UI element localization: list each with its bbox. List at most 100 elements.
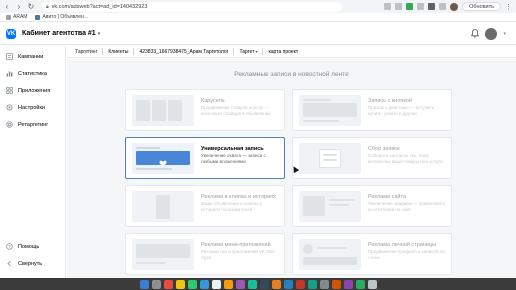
format-desc: Увеличение охвата — записи с любыми влож… [201,153,266,164]
browser-extensions: Обновить ⋮ [384,2,516,11]
sidebar-item-label: Настройки [18,104,45,111]
update-button[interactable]: Обновить [462,2,501,11]
chrome-icon[interactable] [175,279,185,289]
trash-icon[interactable] [367,279,377,289]
browser-toolbar: ‹ › ↻ 🔒︎ vk.com/adsweb?act=ad_id=1404329… [0,0,516,13]
breadcrumb-targeting[interactable]: Таргетинг [75,49,97,55]
forward-icon[interactable]: › [14,2,24,12]
sidebar-item-collapse[interactable]: Свернуть [0,255,66,272]
sidebar-item-help[interactable]: ? Помощь [0,238,66,255]
app-icon[interactable] [163,279,173,289]
apps-grid-icon [6,14,11,20]
app-icon[interactable] [259,279,269,289]
format-card-lead-form[interactable]: Сбор заявок Соберите контакты тех, кому … [292,137,452,179]
cabinet-title[interactable]: Кабинет агентства #1 [22,30,96,37]
settings-icon[interactable] [319,279,329,289]
sidebar-item-settings[interactable]: Настройки [0,99,65,116]
telegram-icon[interactable] [199,279,209,289]
bookmark-star-icon[interactable] [395,3,403,10]
app-icon[interactable] [307,279,317,289]
notes-icon[interactable] [223,279,233,289]
format-preview [132,239,194,270]
format-desc: Призыв к действию — вступить, купить, уз… [368,105,436,116]
format-preview [132,143,194,174]
breadcrumb-clients[interactable]: Клиенты [108,49,128,55]
format-card-stories[interactable]: Реклама в клипах и историях Ваше объявле… [125,185,285,227]
menu-kebab-icon[interactable]: ⋮ [505,3,512,11]
sidebar-item-label: Кампании [18,53,44,60]
format-card-mini-apps[interactable]: Реклама мини-приложений Реклама игр и пр… [125,233,285,275]
format-title: Сбор заявок [368,146,400,152]
sidebar-item-apps[interactable]: Приложения [0,82,65,99]
format-title: Реклама в клипах и историях [201,194,276,200]
collapse-icon [6,260,13,267]
format-title: Запись с кнопкой [368,98,412,104]
extension-icon[interactable] [406,3,414,10]
format-preview [299,95,361,126]
bookmarks-bar: ARAM Авито | Объявлен... [0,13,516,22]
sidebar-item-label: Статистика [18,70,47,77]
settings-icon [6,104,13,111]
back-icon[interactable]: ‹ [2,2,12,12]
format-desc: Ваше объявление в клипах и историях поль… [201,201,262,212]
lock-icon: 🔒︎ [46,3,49,10]
format-preview [299,143,361,174]
stats-icon [6,70,13,77]
chevron-down-icon[interactable]: ▾ [503,31,506,37]
chevron-down-icon: ▾ [255,48,258,54]
breadcrumb-campaign[interactable]: карта проект [268,49,298,55]
chevron-down-icon[interactable]: ▾ [98,31,101,37]
breadcrumb-client[interactable]: 423833_1667938475_Арам Таргетолог [139,49,228,55]
format-desc: Продвижение профиля и записей на стене [368,249,445,260]
reload-icon[interactable]: ↻ [26,2,36,12]
breadcrumb-divider [133,48,135,55]
sidebar-item-retargeting[interactable]: Ретаргетинг [0,116,65,133]
launchpad-icon[interactable] [151,279,161,289]
zoom-icon[interactable] [283,279,293,289]
section-title: Рекламные записи в новостной ленте [234,71,349,78]
breadcrumb-target[interactable]: Таргет▾ [239,49,257,55]
svg-text:?: ? [8,244,11,249]
share-icon[interactable] [384,3,392,10]
app-icon[interactable] [355,279,365,289]
app-icon[interactable] [295,279,305,289]
format-card-universal[interactable]: Универсальная запись Увеличение охвата —… [125,137,285,179]
macos-dock [0,278,516,290]
breadcrumb: Таргетинг Клиенты 423833_1667938475_Арам… [67,46,516,58]
sidebar-item-campaigns[interactable]: Кампании [0,48,65,65]
format-card-personal-page[interactable]: Реклама личной страницы Продвижение проф… [292,233,452,275]
format-preview [299,191,361,222]
finder-icon[interactable] [139,279,149,289]
sidebar-item-label: Приложения [18,87,51,94]
address-bar[interactable]: 🔒︎ vk.com/adsweb?act=ad_id=140432923 [42,1,342,12]
breadcrumb-divider [262,48,264,55]
retargeting-icon [6,121,13,128]
app-icon[interactable] [235,279,245,289]
vk-header: VK Кабинет агентства #1 ▾ ▾ [0,23,516,45]
format-desc: Увеличение трафика — привлекайте посетит… [368,201,446,212]
sidebar-item-stats[interactable]: Статистика [0,65,65,82]
puzzle-icon[interactable] [439,3,447,10]
messages-icon[interactable] [187,279,197,289]
app-icon[interactable] [331,279,341,289]
bookmark-avito[interactable]: Авито | Объявлен... [35,14,88,20]
format-card-website[interactable]: Реклама сайта Увеличение трафика — привл… [292,185,452,227]
sidebar-item-label: Свернуть [18,260,43,267]
vk-logo[interactable]: VK [6,28,16,39]
extension-icon[interactable] [428,3,436,10]
format-card-carousel[interactable]: Карусель Продвижение товаров и услуг — н… [125,89,285,131]
app-icon[interactable] [271,279,281,289]
bookmark-aram[interactable]: ARAM [6,14,27,20]
format-card-button-post[interactable]: Запись с кнопкой Призыв к действию — вст… [292,89,452,131]
extension-icon[interactable] [417,3,425,10]
avatar[interactable] [485,27,498,40]
apps-icon [6,87,13,94]
calendar-icon[interactable] [211,279,221,289]
bookmark-label: Авито | Объявлен... [42,14,88,20]
avito-icon [35,14,41,20]
app-icon[interactable] [247,279,257,289]
breadcrumb-divider [233,48,235,55]
profile-avatar[interactable] [450,2,459,11]
bell-icon[interactable] [471,29,480,38]
app-icon[interactable] [343,279,353,289]
